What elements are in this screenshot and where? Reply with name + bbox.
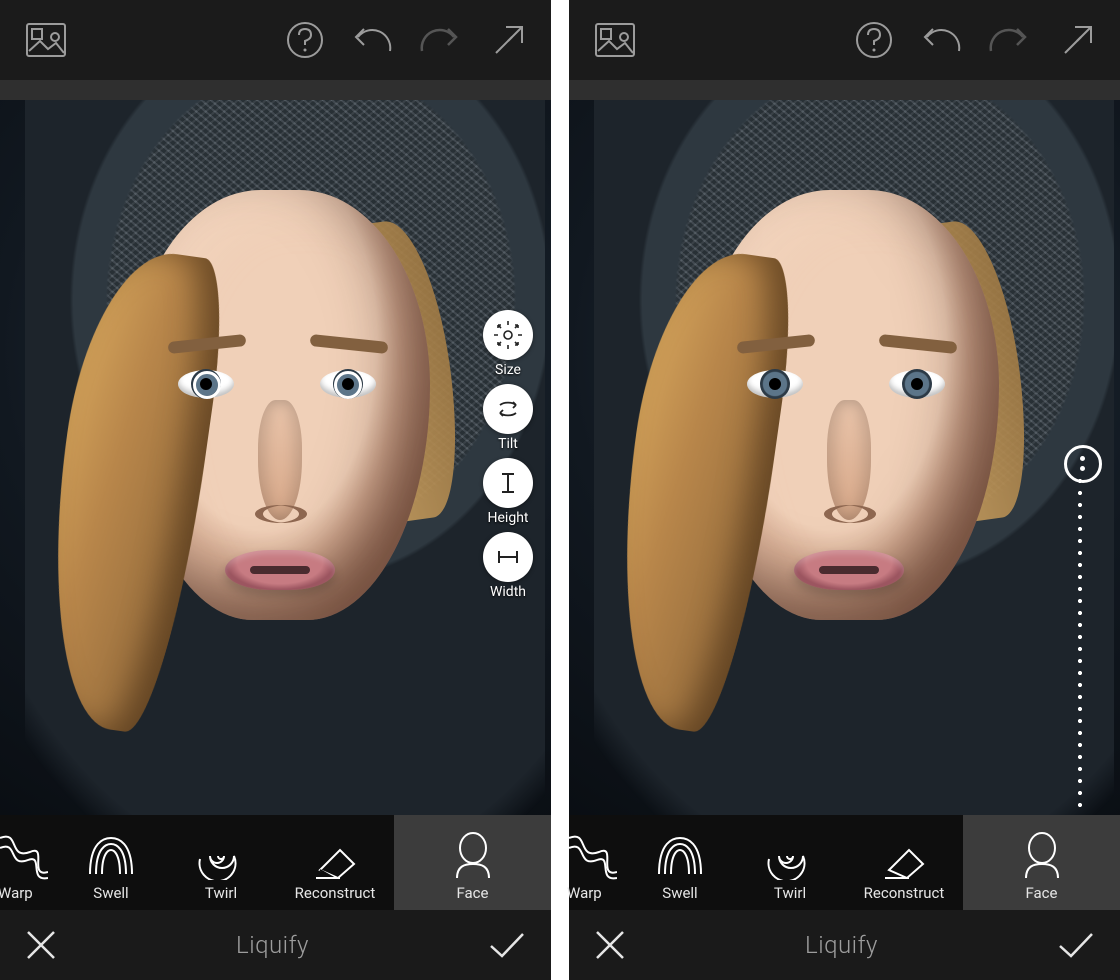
toolbar-shadow	[569, 80, 1120, 100]
tool-reconstruct[interactable]: Reconstruct	[845, 815, 963, 910]
tool-swell[interactable]: Swell	[625, 815, 735, 910]
tool-label: Twirl	[774, 884, 806, 902]
face-tool-label: Height	[488, 510, 529, 526]
cancel-button[interactable]	[24, 928, 58, 962]
face-icon	[1020, 832, 1064, 880]
top-toolbar	[569, 0, 1120, 80]
warp-icon	[569, 832, 617, 880]
face-tool-label: Width	[490, 584, 526, 600]
tool-label: Twirl	[205, 884, 237, 902]
warp-icon	[0, 832, 48, 880]
compare-icon[interactable]	[595, 23, 635, 57]
size-icon	[483, 310, 533, 360]
tool-label: Reconstruct	[295, 884, 376, 902]
tool-label: Face	[1025, 884, 1057, 902]
redo-icon[interactable]	[987, 23, 1031, 57]
canvas[interactable]: Size Tilt Height	[0, 100, 551, 815]
eye-marker-right[interactable]	[334, 371, 362, 399]
mode-title: Liquify	[805, 931, 878, 959]
tool-label: Swell	[662, 884, 697, 902]
eraser-icon	[310, 840, 360, 880]
face-tool-label: Size	[495, 362, 521, 378]
eye-marker-left[interactable]	[193, 371, 221, 399]
tool-reconstruct[interactable]: Reconstruct	[276, 815, 394, 910]
tool-face[interactable]: Face	[394, 815, 551, 910]
tool-label: Reconstruct	[864, 884, 945, 902]
compare-icon[interactable]	[26, 23, 66, 57]
mode-title: Liquify	[236, 931, 309, 959]
face-tool-width[interactable]: Width	[483, 532, 533, 600]
tool-label: Warp	[567, 884, 602, 902]
confirm-button[interactable]	[1056, 930, 1096, 960]
twirl-icon	[197, 832, 245, 880]
undo-icon[interactable]	[350, 23, 394, 57]
swell-icon	[86, 832, 136, 880]
slider-handle[interactable]	[1064, 445, 1102, 483]
twirl-icon	[766, 832, 814, 880]
tool-warp[interactable]: Warp	[0, 815, 56, 910]
tool-label: Swell	[93, 884, 128, 902]
screenshot-right: Warp Swell Twirl Reconstruct	[569, 0, 1120, 980]
face-tool-height[interactable]: Height	[483, 458, 533, 526]
tool-label: Warp	[0, 884, 33, 902]
face-tool-label: Tilt	[498, 436, 518, 452]
face-tool-tilt[interactable]: Tilt	[483, 384, 533, 452]
confirm-button[interactable]	[487, 930, 527, 960]
tilt-icon	[483, 384, 533, 434]
toolbar-shadow	[0, 80, 551, 100]
tool-warp[interactable]: Warp	[569, 815, 625, 910]
face-tool-size[interactable]: Size	[483, 310, 533, 378]
fullscreen-icon[interactable]	[1061, 23, 1095, 57]
swell-icon	[655, 832, 705, 880]
help-icon[interactable]	[855, 21, 893, 59]
face-icon	[451, 832, 495, 880]
undo-icon[interactable]	[919, 23, 963, 57]
fullscreen-icon[interactable]	[492, 23, 526, 57]
tool-label: Face	[456, 884, 488, 902]
height-icon	[483, 458, 533, 508]
redo-icon[interactable]	[418, 23, 462, 57]
confirm-bar: Liquify	[0, 910, 551, 980]
tool-face[interactable]: Face	[963, 815, 1120, 910]
width-icon	[483, 532, 533, 582]
vertical-slider[interactable]	[1078, 445, 1082, 815]
cancel-button[interactable]	[593, 928, 627, 962]
slider-track	[1078, 475, 1082, 815]
eraser-icon	[879, 840, 929, 880]
tool-swell[interactable]: Swell	[56, 815, 166, 910]
face-tools-panel: Size Tilt Height	[483, 310, 533, 600]
tool-twirl[interactable]: Twirl	[166, 815, 276, 910]
tool-twirl[interactable]: Twirl	[735, 815, 845, 910]
screenshot-left: Size Tilt Height	[0, 0, 551, 980]
liquify-tools: Warp Swell Twirl Reconstruct	[569, 815, 1120, 910]
confirm-bar: Liquify	[569, 910, 1120, 980]
liquify-tools: Warp Swell Twirl Reconstruct	[0, 815, 551, 910]
canvas[interactable]	[569, 100, 1120, 815]
top-toolbar	[0, 0, 551, 80]
help-icon[interactable]	[286, 21, 324, 59]
